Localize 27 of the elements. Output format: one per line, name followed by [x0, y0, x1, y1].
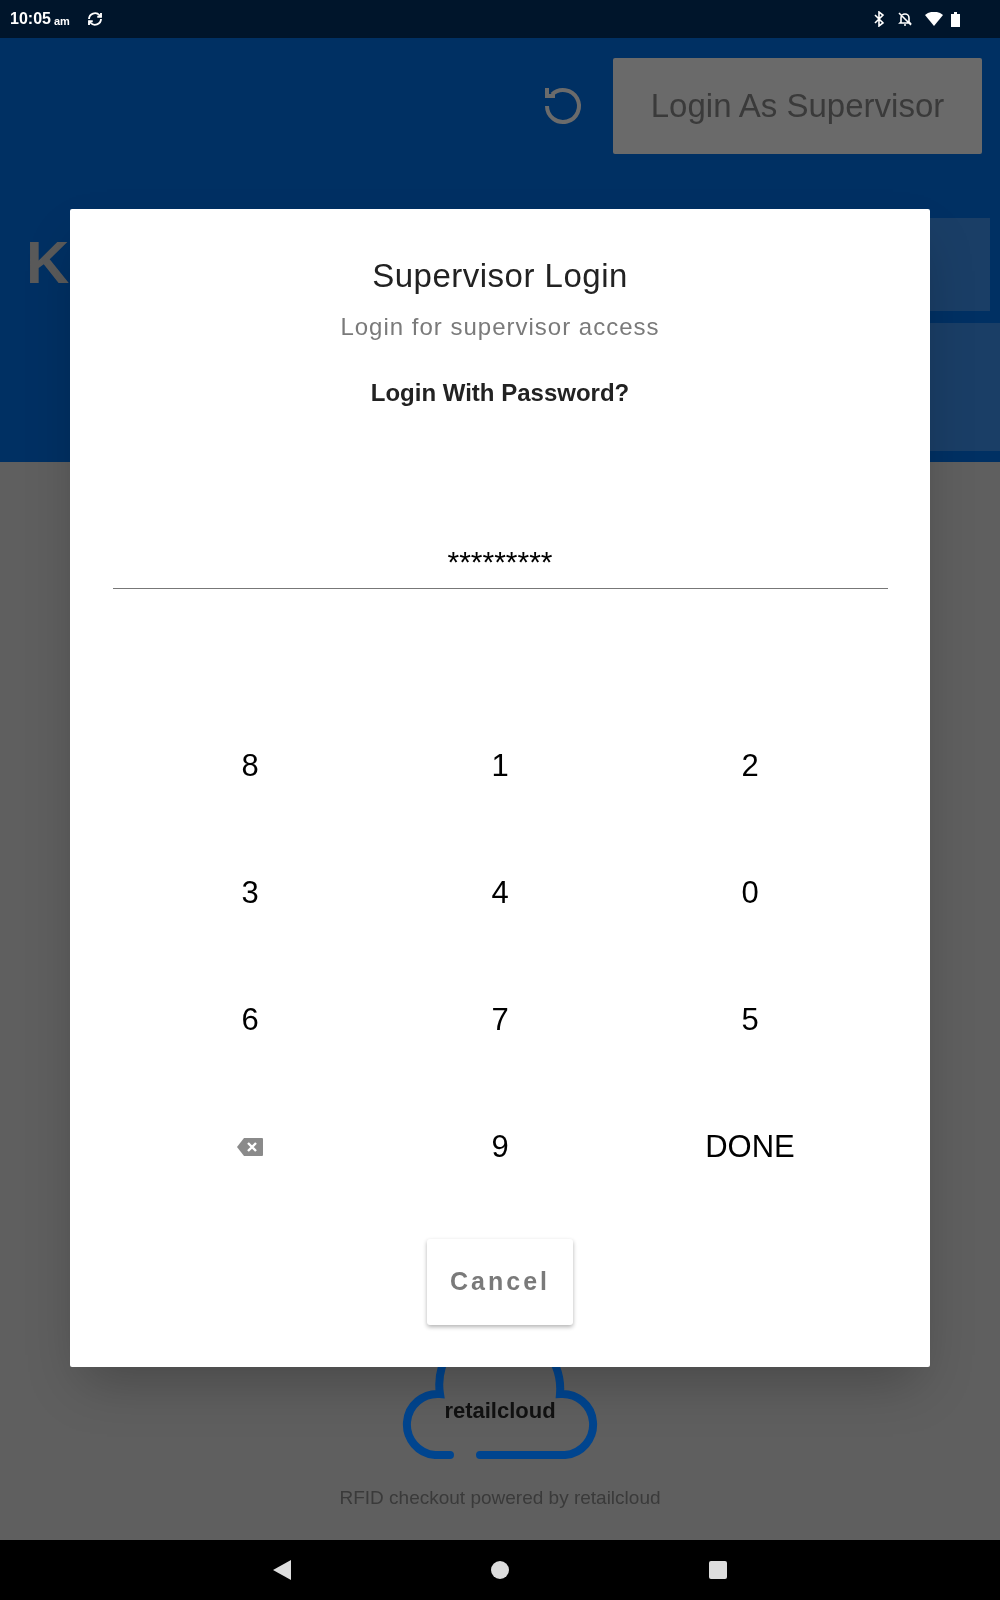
clock: 10:05: [10, 9, 51, 29]
backspace-icon: [236, 1137, 264, 1157]
battery-icon: [951, 11, 960, 27]
number-key[interactable]: 5: [729, 992, 771, 1048]
wifi-icon: [925, 12, 943, 26]
back-icon[interactable]: [273, 1560, 291, 1580]
cancel-button[interactable]: Cancel: [427, 1238, 573, 1325]
number-key[interactable]: 4: [479, 865, 521, 921]
page-title: K: [26, 228, 70, 298]
dialog-title: Supervisor Login: [372, 256, 628, 296]
password-field[interactable]: *********: [112, 526, 888, 589]
number-key[interactable]: 8: [229, 738, 271, 794]
number-key[interactable]: 0: [729, 865, 771, 921]
number-key[interactable]: 9: [479, 1119, 521, 1175]
done-key[interactable]: DONE: [693, 1119, 807, 1175]
number-key[interactable]: 3: [229, 865, 271, 921]
home-icon[interactable]: [491, 1561, 509, 1579]
number-key[interactable]: 6: [229, 992, 271, 1048]
clock-period: am: [53, 13, 70, 29]
number-key[interactable]: 7: [479, 992, 521, 1048]
number-key[interactable]: 1: [479, 738, 521, 794]
password-prompt: Login With Password?: [370, 377, 630, 408]
muted-bell-icon: [897, 11, 913, 27]
number-key[interactable]: 2: [729, 738, 771, 794]
sync-icon: [85, 10, 104, 28]
bluetooth-icon: [873, 11, 885, 27]
dialog-subtitle: Login for supervisor access: [340, 311, 660, 342]
